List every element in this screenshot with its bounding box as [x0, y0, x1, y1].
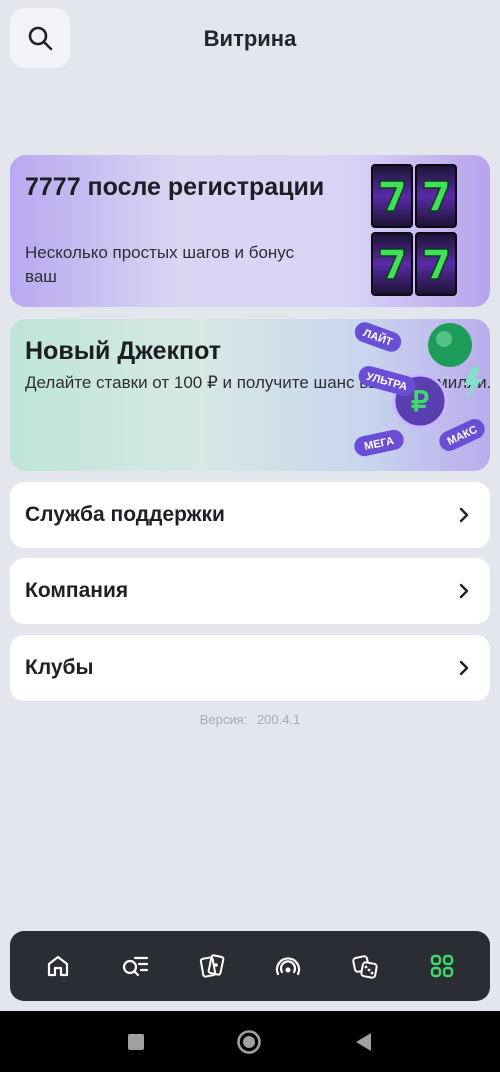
page-title: Витрина	[203, 26, 297, 51]
app-root: Витрина 7777 после регистрации Несколько…	[0, 0, 500, 1072]
version-info: Версия: 200.4.1	[0, 712, 500, 727]
menu-item-support[interactable]: Служба поддержки	[10, 482, 490, 548]
chevron-right-icon	[459, 583, 469, 599]
banner-text: Делайте ставки от 100 ₽ и получите шанс …	[25, 373, 490, 392]
nav-casino[interactable]	[340, 941, 390, 991]
search-list-icon	[122, 956, 149, 977]
home-icon	[48, 955, 69, 977]
back-triangle-icon	[356, 1033, 371, 1051]
jackpot-chips-illustration: ₽ ЛАЙТ УЛЬТРА МЕГА МАКС	[354, 322, 485, 457]
dice-icon	[352, 955, 378, 979]
nav-search-list[interactable]	[110, 941, 160, 991]
slot-sevens-illustration	[371, 164, 457, 296]
bottom-nav	[10, 931, 490, 1001]
recent-apps-button[interactable]	[123, 1029, 149, 1055]
banner-title: 7777 после регистрации	[25, 173, 325, 201]
system-nav-bar	[0, 1011, 500, 1072]
banner-text: Несколько простых шагов и бонус ваш	[25, 243, 295, 286]
banner-new-jackpot[interactable]: Новый Джекпот Делайте ставки от 100 ₽ и …	[10, 319, 490, 471]
square-icon	[128, 1034, 144, 1050]
grid-icon	[430, 954, 453, 978]
menu-item-label: Клубы	[25, 656, 94, 679]
home-system-button[interactable]	[236, 1029, 262, 1055]
menu-item-clubs[interactable]: Клубы	[10, 635, 490, 701]
banner-title: Новый Джекпот	[25, 337, 221, 365]
banner-registration-bonus[interactable]: 7777 после регистрации Несколько простых…	[10, 155, 490, 307]
live-icon	[276, 957, 301, 976]
menu-item-company[interactable]: Компания	[10, 558, 490, 624]
menu-item-label: Компания	[25, 579, 129, 602]
nav-live[interactable]	[263, 941, 313, 991]
version-value: 200.4.1	[256, 712, 301, 727]
header: Витрина	[0, 0, 500, 80]
cards-icon	[199, 954, 225, 978]
chevron-right-icon	[459, 660, 469, 676]
back-system-button[interactable]	[350, 1029, 376, 1055]
nav-home[interactable]	[33, 941, 83, 991]
nav-showcase[interactable]	[417, 941, 467, 991]
circle-icon	[237, 1030, 261, 1054]
nav-cards[interactable]	[187, 941, 237, 991]
chevron-right-icon	[459, 507, 469, 523]
version-label: Версия:	[199, 712, 248, 727]
menu-item-label: Служба поддержки	[25, 503, 225, 526]
